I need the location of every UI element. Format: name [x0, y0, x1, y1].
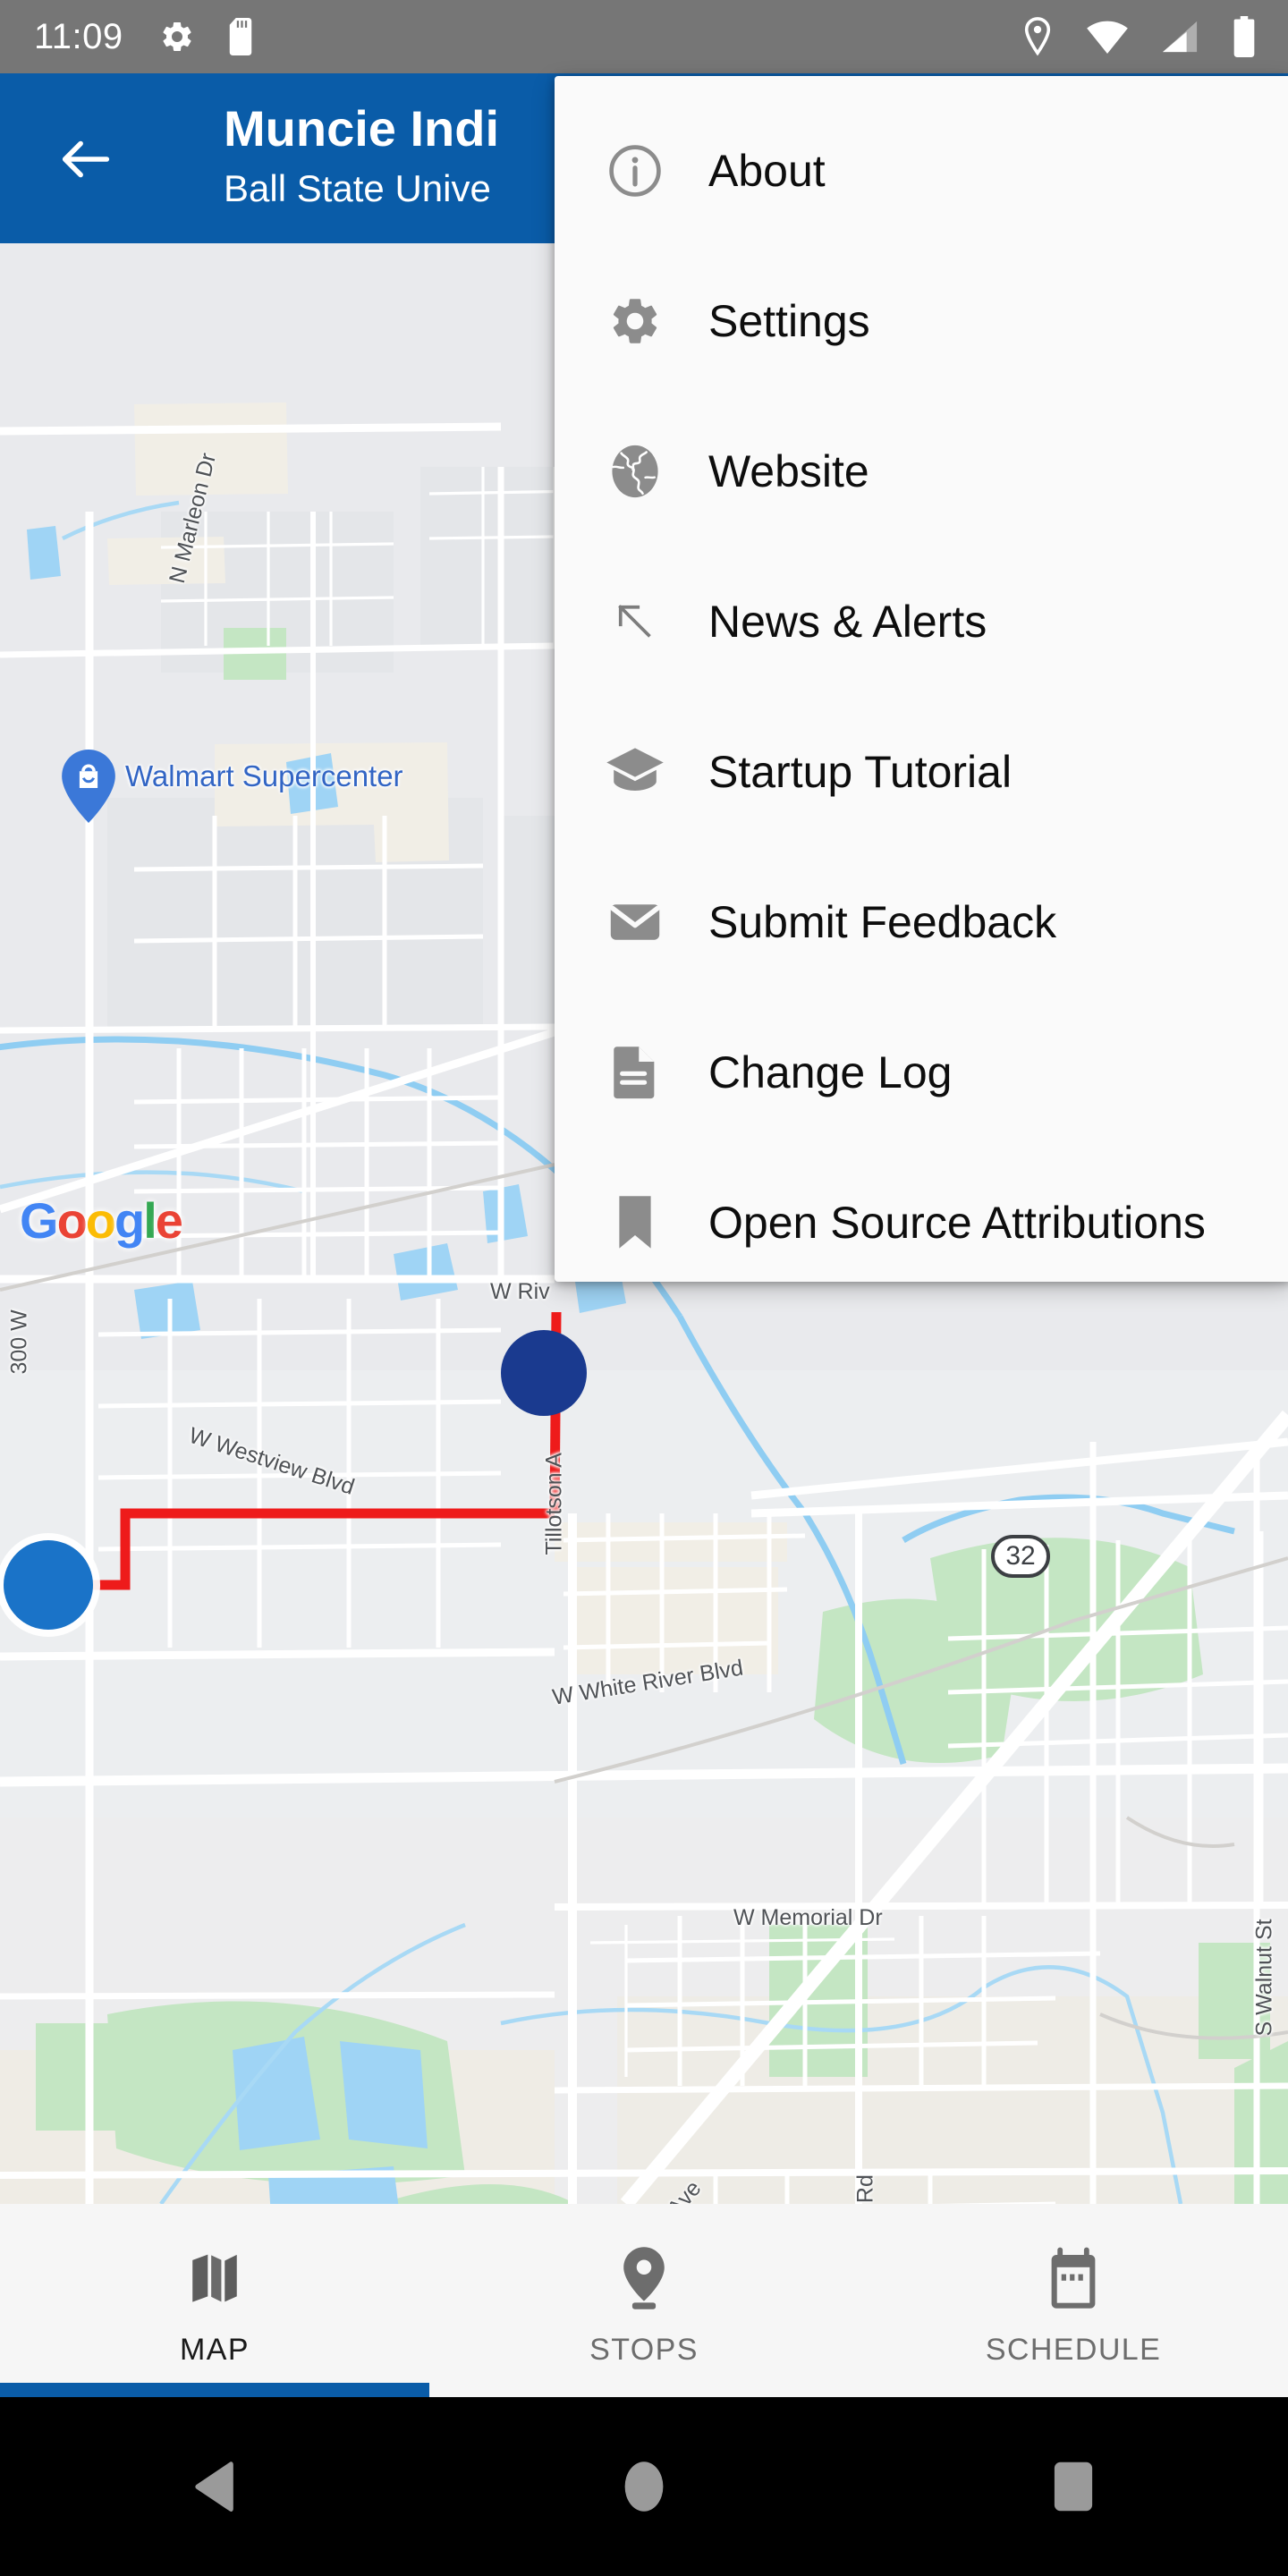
- menu-item-submit-feedback[interactable]: Submit Feedback: [555, 847, 1288, 997]
- google-letter-e: e: [155, 1192, 183, 1249]
- google-letter-o1: o: [56, 1192, 88, 1249]
- tab-stops[interactable]: STOPS: [429, 2204, 859, 2397]
- bookmark-icon: [603, 1191, 667, 1255]
- location-pin-icon: [1024, 17, 1051, 56]
- menu-item-label: About: [708, 146, 826, 196]
- sd-card-icon: [229, 18, 251, 55]
- system-navigation-bar: [0, 2397, 1288, 2576]
- arrow-up-left-icon: [603, 589, 667, 654]
- stop-marker[interactable]: [501, 1330, 587, 1416]
- menu-item-change-log[interactable]: Change Log: [555, 997, 1288, 1148]
- menu-item-label: Change Log: [708, 1047, 953, 1097]
- home-circle-icon: [624, 2462, 664, 2512]
- system-back-button[interactable]: [0, 2397, 429, 2576]
- document-icon: [603, 1040, 667, 1105]
- google-letter-o2: o: [85, 1192, 116, 1249]
- menu-item-label: News & Alerts: [708, 597, 987, 647]
- recents-square-icon: [1054, 2462, 1093, 2512]
- back-triangle-icon: [195, 2462, 233, 2512]
- menu-item-settings[interactable]: Settings: [555, 246, 1288, 396]
- overflow-menu: About Settings Website News & Alerts Sta…: [555, 76, 1288, 1282]
- tab-map[interactable]: MAP: [0, 2204, 429, 2397]
- google-logo: Google: [20, 1191, 183, 1250]
- tab-label: SCHEDULE: [985, 2332, 1162, 2367]
- menu-item-label: Website: [708, 446, 869, 496]
- graduation-cap-icon: [603, 740, 667, 804]
- menu-item-open-source-attributions[interactable]: Open Source Attributions: [555, 1148, 1288, 1298]
- back-button[interactable]: [47, 120, 125, 199]
- menu-item-label: Submit Feedback: [708, 897, 1057, 947]
- system-recents-button[interactable]: [859, 2397, 1288, 2576]
- envelope-icon: [603, 890, 667, 954]
- tab-label: STOPS: [589, 2332, 699, 2367]
- location-pin-icon: [618, 2241, 670, 2315]
- map-icon: [185, 2241, 244, 2315]
- vehicle-marker[interactable]: [4, 1540, 93, 1630]
- menu-item-label: Open Source Attributions: [708, 1198, 1206, 1248]
- google-letter-l: l: [143, 1192, 157, 1249]
- status-left-icons: [159, 18, 256, 55]
- menu-item-label: Settings: [708, 296, 870, 346]
- status-clock: 11:09: [34, 16, 123, 56]
- gear-icon: [163, 21, 191, 51]
- status-bar: 11:09: [0, 0, 1288, 73]
- menu-item-about[interactable]: About: [555, 96, 1288, 246]
- status-right-icons: [1021, 0, 1258, 73]
- phone-screen: 11:09 Muncie Indi Ball State Unive N Mar…: [0, 0, 1288, 2576]
- menu-item-startup-tutorial[interactable]: Startup Tutorial: [555, 697, 1288, 847]
- google-letter-g2: g: [114, 1192, 145, 1249]
- poi-marker-walmart[interactable]: [59, 748, 118, 829]
- highway-shield-32: 32: [991, 1535, 1050, 1578]
- google-letter-g1: G: [20, 1192, 59, 1249]
- menu-item-news-alerts[interactable]: News & Alerts: [555, 547, 1288, 697]
- tab-schedule[interactable]: SCHEDULE: [859, 2204, 1288, 2397]
- globe-icon: [603, 439, 667, 504]
- gear-icon: [603, 289, 667, 353]
- info-circle-icon: [603, 139, 667, 203]
- menu-item-website[interactable]: Website: [555, 396, 1288, 547]
- menu-item-label: Startup Tutorial: [708, 747, 1013, 797]
- wifi-icon: [1087, 21, 1128, 55]
- battery-icon: [1233, 16, 1255, 57]
- system-home-button[interactable]: [429, 2397, 859, 2576]
- active-tab-indicator: [0, 2383, 429, 2397]
- shopping-pin-icon: [62, 750, 115, 823]
- tab-label: MAP: [180, 2332, 250, 2367]
- back-arrow-icon: [62, 140, 110, 178]
- calendar-icon: [1046, 2241, 1101, 2315]
- bottom-navigation: MAP STOPS SCHEDULE: [0, 2204, 1288, 2397]
- cellular-signal-icon: [1162, 21, 1198, 53]
